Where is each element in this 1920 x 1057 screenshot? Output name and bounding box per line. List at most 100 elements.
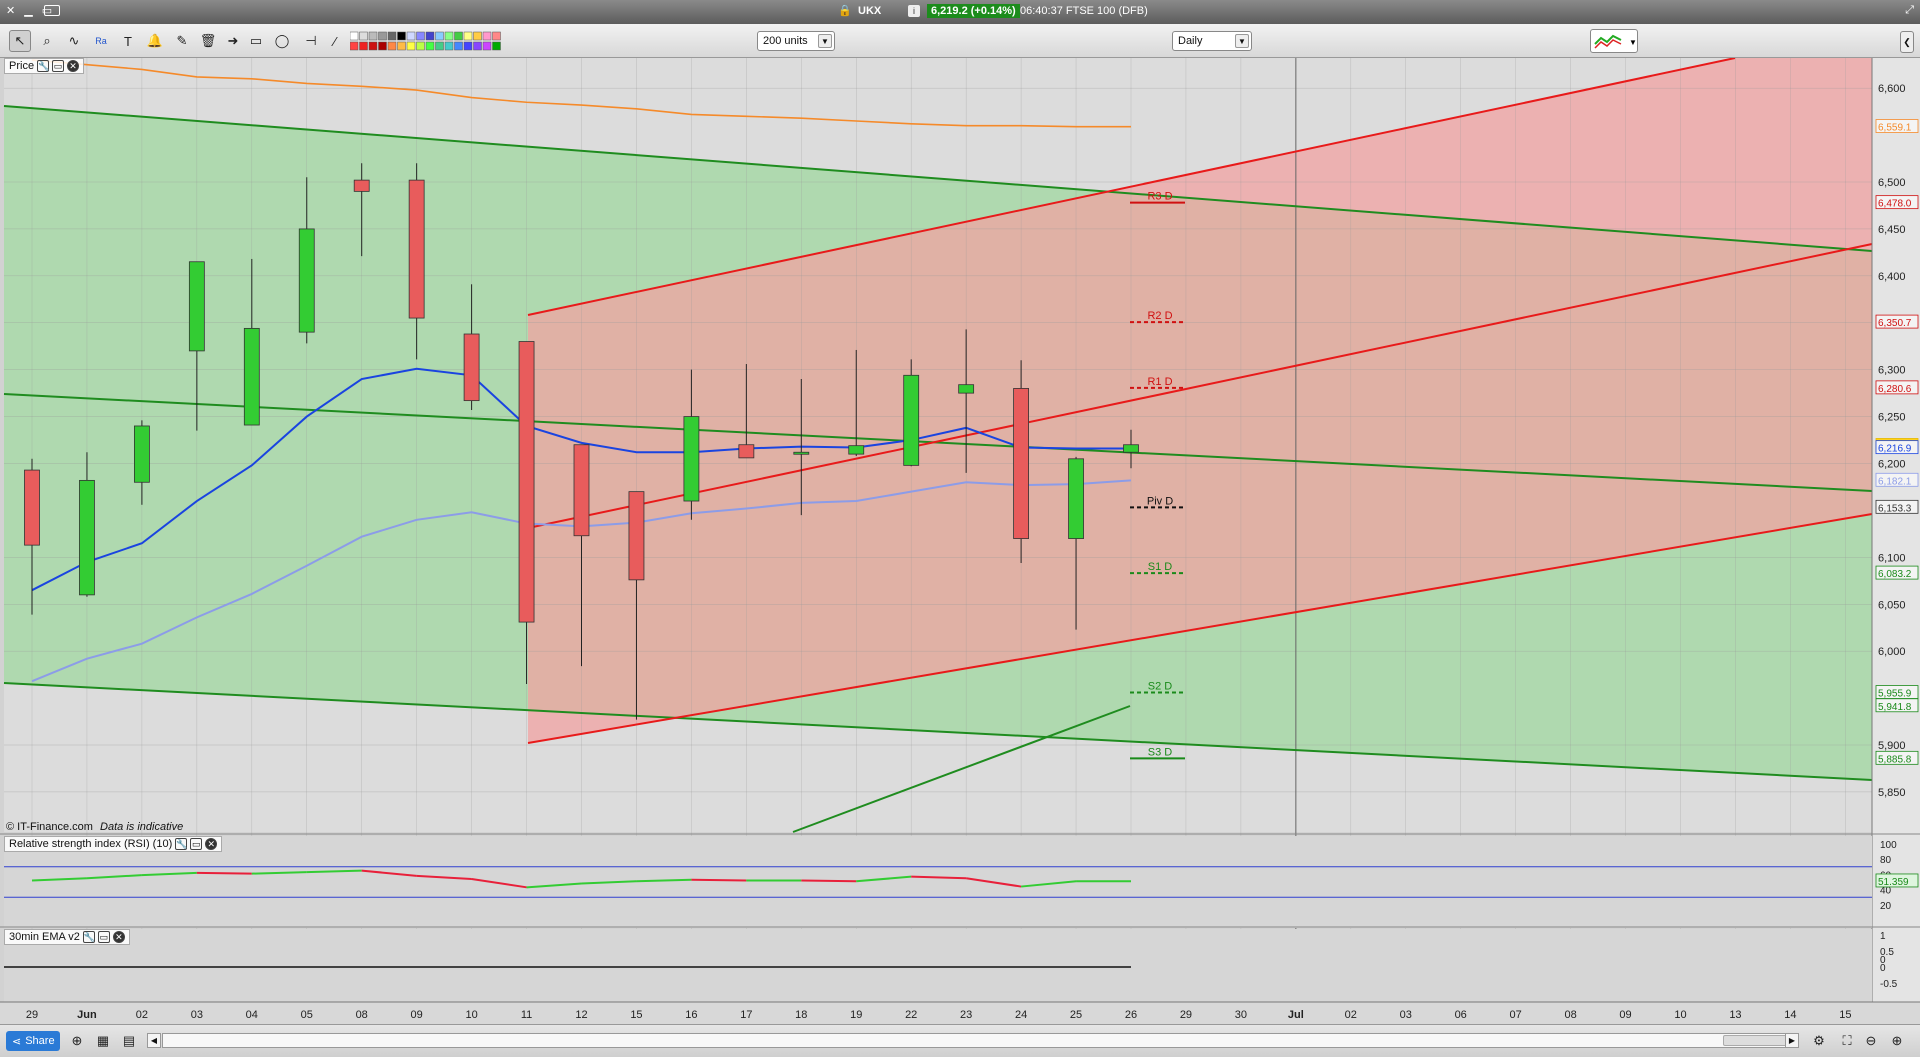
wrench-icon[interactable]: 🔧 [175, 838, 187, 850]
maximize-icon[interactable]: ▭ [190, 838, 203, 850]
price-value-label: 6,083.2 [1878, 569, 1912, 580]
x-axis-tick-label: 02 [1345, 1009, 1357, 1021]
title-bar: ✕ ▁ ▭ 🔒 UKX i 6,219.2 (+0.14%) 06:40:37 … [0, 0, 1920, 24]
candle-body [1013, 388, 1029, 539]
zoom-out-icon[interactable]: ⊖ [1860, 1030, 1882, 1052]
layout-icon[interactable]: ▦ [92, 1030, 114, 1052]
trendline-tool-icon[interactable]: ⁄ [324, 30, 346, 52]
scroll-left-button[interactable]: ◀ [147, 1033, 161, 1048]
x-axis-tick-label: 24 [1015, 1009, 1027, 1021]
chart-type-button[interactable]: ▼ [1590, 29, 1638, 53]
color-swatch[interactable] [406, 31, 416, 41]
rsi-panel-label: Relative strength index (RSI) (10) 🔧 ▭ ✕ [4, 836, 223, 852]
horizontal-scrollbar[interactable] [162, 1033, 1794, 1048]
color-swatch[interactable] [482, 41, 492, 51]
close-icon[interactable]: ✕ [67, 60, 80, 72]
crosshair-icon[interactable]: ⊕ [66, 1030, 88, 1052]
info-icon[interactable]: i [908, 5, 920, 17]
rsi-value-label: 51.359 [1878, 877, 1909, 888]
color-swatch[interactable] [359, 31, 368, 41]
ema-panel-bg [4, 929, 1872, 1002]
wrench-icon[interactable]: 🔧 [82, 931, 95, 943]
color-swatch[interactable] [359, 41, 368, 51]
color-swatch[interactable] [397, 31, 406, 41]
price-tick-label: 6,050 [1878, 599, 1906, 611]
side-panel-toggle[interactable]: ❮ [1900, 31, 1914, 53]
color-swatch[interactable] [378, 31, 387, 41]
draw-tools-icon[interactable]: ✎ [171, 30, 193, 52]
color-swatch[interactable] [368, 31, 378, 41]
color-swatch[interactable] [425, 41, 435, 51]
keyboard-icon[interactable] [44, 5, 60, 16]
color-swatch[interactable] [492, 31, 501, 41]
color-palette[interactable] [349, 30, 505, 54]
grid-icon[interactable]: ▤ [118, 1030, 140, 1052]
color-swatch[interactable] [444, 31, 454, 41]
chart-area[interactable]: R3 D R2 D R1 D Piv D S1 D S2 D S3 D 6,600 6,500 6… [0, 58, 1920, 1024]
scroll-right-button[interactable]: ▶ [1785, 1033, 1799, 1048]
fit-chart-icon[interactable]: ⛶ [1836, 1030, 1858, 1052]
rectangle-tool-icon[interactable]: ▭ [245, 30, 267, 52]
close-icon[interactable]: ✕ [112, 931, 125, 943]
chart-canvas[interactable]: R3 D R2 D R1 D Piv D S1 D S2 D S3 D 6,600 6,500 6… [0, 58, 1920, 1024]
rsi-line-segment [196, 871, 252, 875]
zoom-in-icon[interactable]: ⊕ [1886, 1030, 1908, 1052]
color-swatch[interactable] [435, 31, 444, 41]
units-select[interactable]: 200 units ▼ [757, 31, 835, 51]
candle-body [793, 451, 810, 455]
color-swatch[interactable] [473, 31, 482, 41]
price-value-label: 6,216.9 [1878, 444, 1912, 455]
resize-icon[interactable]: ⤢ [1905, 4, 1914, 17]
pointer-tool-icon[interactable]: ↖ [9, 30, 31, 52]
color-swatch[interactable] [387, 41, 397, 51]
text-tool-icon[interactable]: T [117, 30, 139, 52]
x-axis-tick-label: 08 [1564, 1009, 1576, 1021]
alert-bell-icon[interactable]: 🔔 [144, 30, 166, 52]
color-swatch[interactable] [463, 31, 473, 41]
color-swatch[interactable] [454, 41, 463, 51]
price-tick-label: 6,500 [1878, 177, 1906, 189]
indicator-tool-icon[interactable]: ∿ [63, 30, 85, 52]
wrench-icon[interactable]: 🔧 [37, 60, 49, 72]
color-swatch[interactable] [368, 41, 378, 51]
x-axis-tick-label: 10 [1674, 1009, 1686, 1021]
x-axis-tick-label: 17 [740, 1009, 752, 1021]
color-swatch[interactable] [492, 41, 501, 51]
color-swatch[interactable] [482, 31, 492, 41]
color-swatch[interactable] [416, 31, 425, 41]
price-tick-label: 6,250 [1878, 412, 1906, 424]
arrow-tool-icon[interactable]: ➜ [222, 30, 244, 52]
close-icon[interactable]: ✕ [205, 838, 218, 850]
color-swatch[interactable] [463, 41, 473, 51]
color-swatch[interactable] [425, 31, 435, 41]
chart-settings-icon[interactable]: ⚙ [1808, 1030, 1830, 1052]
color-swatch[interactable] [416, 41, 425, 51]
ellipse-tool-icon[interactable]: ◯ [271, 30, 293, 52]
x-axis-tick-label: 09 [411, 1009, 423, 1021]
color-swatch[interactable] [397, 41, 406, 51]
maximize-icon[interactable]: ▭ [97, 931, 110, 943]
ema-panel-label: 30min EMA v2 🔧 ▭ ✕ [4, 929, 130, 945]
share-button[interactable]: ⋖ Share [6, 1031, 60, 1051]
delete-icon[interactable]: 🗑 [197, 30, 219, 52]
scrollbar-thumb[interactable] [1723, 1035, 1793, 1046]
color-swatch[interactable] [406, 41, 416, 51]
color-swatch[interactable] [387, 31, 397, 41]
horizontal-line-icon[interactable]: ⊣ [300, 30, 322, 52]
candle-body [848, 445, 865, 455]
x-axis-tick-label: 29 [1180, 1009, 1192, 1021]
candle-body [408, 179, 425, 319]
color-swatch[interactable] [454, 31, 463, 41]
color-swatch[interactable] [444, 41, 454, 51]
color-swatch[interactable] [349, 41, 359, 51]
price-tick-label: 6,200 [1878, 459, 1906, 471]
interval-select[interactable]: Daily ▼ [1172, 31, 1252, 51]
color-swatch[interactable] [378, 41, 387, 51]
maximize-icon[interactable]: ▭ [52, 60, 65, 72]
color-swatch[interactable] [349, 31, 359, 41]
color-swatch[interactable] [473, 41, 482, 51]
color-swatch[interactable] [435, 41, 444, 51]
fibonacci-tool-icon[interactable]: Ra [90, 30, 112, 52]
pivot-label: S2 D [1148, 681, 1173, 693]
zoom-tool-icon[interactable]: ⌕ [36, 30, 58, 52]
